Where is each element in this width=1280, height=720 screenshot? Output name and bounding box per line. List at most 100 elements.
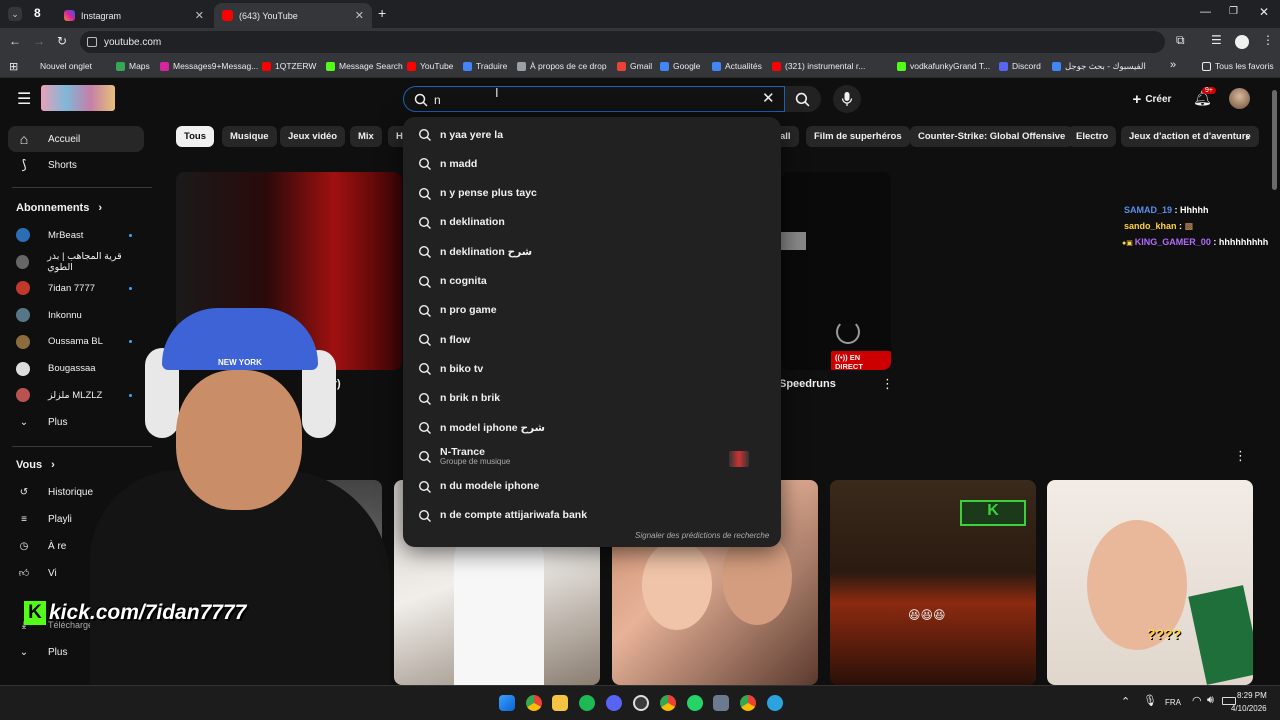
bookmark-item[interactable]: Gmail <box>617 61 652 71</box>
chip-mix[interactable]: Mix <box>350 126 382 147</box>
tray-mic-icon[interactable]: 🎙︎ <box>1143 694 1157 707</box>
sidebar-subscription[interactable]: 7idan 7777 <box>8 275 144 301</box>
address-bar[interactable]: youtube.com <box>80 31 1165 53</box>
report-predictions-link[interactable]: Signaler des prédictions de recherche <box>635 531 769 540</box>
chip-counter-strike[interactable]: Counter-Strike: Global Offensive <box>910 126 1074 147</box>
search-input[interactable] <box>434 91 734 109</box>
bookmark-item[interactable]: Discord <box>999 61 1041 71</box>
close-window-icon[interactable]: ✕ <box>1259 5 1269 19</box>
bookmark-item[interactable]: Google <box>660 61 700 71</box>
tab-search-icon[interactable]: ⌄ <box>8 7 22 21</box>
bookmark-item[interactable]: YouTube <box>407 61 453 71</box>
live-video-thumbnail[interactable]: ((•)) EN DIRECT <box>781 172 891 370</box>
bookmark-item[interactable]: الفيسبوك - بحث جوجل <box>1052 61 1146 72</box>
chip-video-games[interactable]: Jeux vidéo <box>280 126 346 147</box>
bookmark-item[interactable]: (321) instrumental r... <box>772 61 865 71</box>
reload-icon[interactable]: ↻ <box>57 34 67 48</box>
sidebar-subscription[interactable]: قرية المجاهب | بدر الطوي <box>8 249 144 275</box>
search-suggestion[interactable]: n flow <box>403 326 781 353</box>
bookmark-item[interactable]: Traduire <box>463 61 507 71</box>
chip-all[interactable]: Tous <box>176 126 214 147</box>
obs-icon[interactable] <box>633 695 649 711</box>
apps-grid-icon[interactable]: ⊞ <box>9 60 18 73</box>
back-icon[interactable]: ← <box>9 34 21 48</box>
account-avatar[interactable] <box>1229 88 1250 109</box>
voice-search-button[interactable] <box>833 85 861 113</box>
chips-next-chevron-icon[interactable]: › <box>1245 128 1250 144</box>
page-scrollbar[interactable] <box>1272 90 1277 190</box>
volume-icon[interactable]: 🔊︎ <box>1207 694 1214 707</box>
bookmarks-more-button[interactable]: » <box>1170 59 1176 71</box>
chip-action-adventure-games[interactable]: Jeux d'action et d'aventure <box>1121 126 1259 147</box>
chip-superhero-films[interactable]: Film de superhéros <box>806 126 910 147</box>
settings-gear-icon[interactable] <box>713 695 729 711</box>
search-suggestion[interactable]: n cognita <box>403 268 781 295</box>
tray-chevron-up-icon[interactable]: ⌃ <box>1121 695 1130 708</box>
clear-search-icon[interactable]: ✕ <box>762 89 775 107</box>
profile-icon[interactable] <box>1235 35 1249 49</box>
spotify-icon[interactable] <box>579 695 595 711</box>
search-suggestion[interactable]: n de compte attijariwafa bank <box>403 502 781 529</box>
video-menu-icon[interactable]: ⋮ <box>881 376 894 392</box>
forward-icon[interactable]: → <box>33 34 45 48</box>
telegram-icon[interactable] <box>767 695 783 711</box>
video-title[interactable]: Speedruns <box>779 378 836 390</box>
create-button[interactable]: + Créer <box>1122 85 1182 113</box>
chip-electro[interactable]: Electro <box>1068 126 1117 147</box>
input-language[interactable]: FRA <box>1165 698 1181 707</box>
discord-icon[interactable] <box>606 695 622 711</box>
site-info-icon[interactable] <box>87 37 97 47</box>
shelf-menu-icon[interactable]: ⋮ <box>1234 448 1247 464</box>
file-explorer-icon[interactable] <box>552 695 568 711</box>
menu-dots-icon[interactable]: ⋮ <box>1262 33 1274 47</box>
search-suggestion[interactable]: n model iphone شرح <box>403 414 781 441</box>
tab-instagram[interactable]: Instagram ✕ <box>56 3 212 28</box>
close-tab-icon[interactable]: ✕ <box>355 9 364 22</box>
new-tab-button[interactable]: + <box>378 5 386 21</box>
windows-start-icon[interactable] <box>499 695 515 711</box>
subscriptions-heading[interactable]: Abonnements › <box>16 202 102 214</box>
whatsapp-icon[interactable] <box>687 695 703 711</box>
extensions-icon[interactable]: ⧉ <box>1176 33 1185 48</box>
bookmark-item[interactable]: 1QTZERW <box>262 61 316 71</box>
chrome-icon[interactable] <box>740 695 756 711</box>
search-suggestion[interactable]: n deklination <box>403 209 781 236</box>
wifi-icon[interactable]: ◠ <box>1192 694 1202 707</box>
search-button[interactable] <box>785 86 821 112</box>
restore-icon[interactable]: ❐ <box>1229 6 1238 17</box>
search-box[interactable]: ✕ <box>403 86 785 112</box>
chrome-icon[interactable] <box>660 695 676 711</box>
bookmark-item[interactable]: Nouvel onglet <box>40 61 92 71</box>
all-bookmarks-button[interactable]: Tous les favoris <box>1202 61 1274 71</box>
bookmark-item[interactable]: Maps <box>116 61 150 71</box>
search-suggestion[interactable]: N-Trance Groupe de musique <box>403 443 781 470</box>
short-thumbnail[interactable]: ???? <box>1047 480 1253 685</box>
bookmark-item[interactable]: vodkafunkyGrand T... <box>897 61 990 71</box>
search-suggestion[interactable]: n biko tv <box>403 355 781 382</box>
youtube-doodle-logo[interactable] <box>41 85 115 111</box>
search-suggestion[interactable]: n deklination شرح <box>403 238 781 265</box>
reading-list-icon[interactable]: ☰ <box>1211 33 1222 47</box>
short-thumbnail[interactable]: K 😆😆😆 <box>830 480 1036 685</box>
bookmark-item[interactable]: À propos de ce drop <box>517 61 607 71</box>
sidebar-item-shorts[interactable]: ⟆ Shorts <box>8 152 144 178</box>
tab-youtube[interactable]: (643) YouTube ✕ <box>214 3 372 28</box>
sidebar-item-home[interactable]: ⌂ Accueil <box>8 126 144 152</box>
chrome-icon[interactable] <box>526 695 542 711</box>
search-suggestion[interactable]: n du modele iphone <box>403 473 781 500</box>
search-suggestion[interactable]: n brik n brik <box>403 385 781 412</box>
minimize-icon[interactable]: — <box>1200 6 1211 18</box>
search-suggestion[interactable]: n y pense plus tayc <box>403 180 781 207</box>
clock-time[interactable]: 8:29 PM <box>1237 691 1267 700</box>
search-suggestion[interactable]: n madd <box>403 150 781 177</box>
bookmark-item[interactable]: Actualités <box>712 61 762 71</box>
search-suggestion[interactable]: n yaa yere la <box>403 121 781 148</box>
close-tab-icon[interactable]: ✕ <box>195 9 204 22</box>
you-heading[interactable]: Vous › <box>16 459 55 471</box>
bookmark-item[interactable]: Messages9+Messag... <box>160 61 258 71</box>
hamburger-menu-icon[interactable]: ☰ <box>17 89 31 109</box>
search-suggestion[interactable]: n pro game <box>403 297 781 324</box>
chip-music[interactable]: Musique <box>222 126 277 147</box>
sidebar-subscription[interactable]: MrBeast <box>8 222 144 248</box>
bookmark-item[interactable]: Message Search <box>326 61 403 71</box>
